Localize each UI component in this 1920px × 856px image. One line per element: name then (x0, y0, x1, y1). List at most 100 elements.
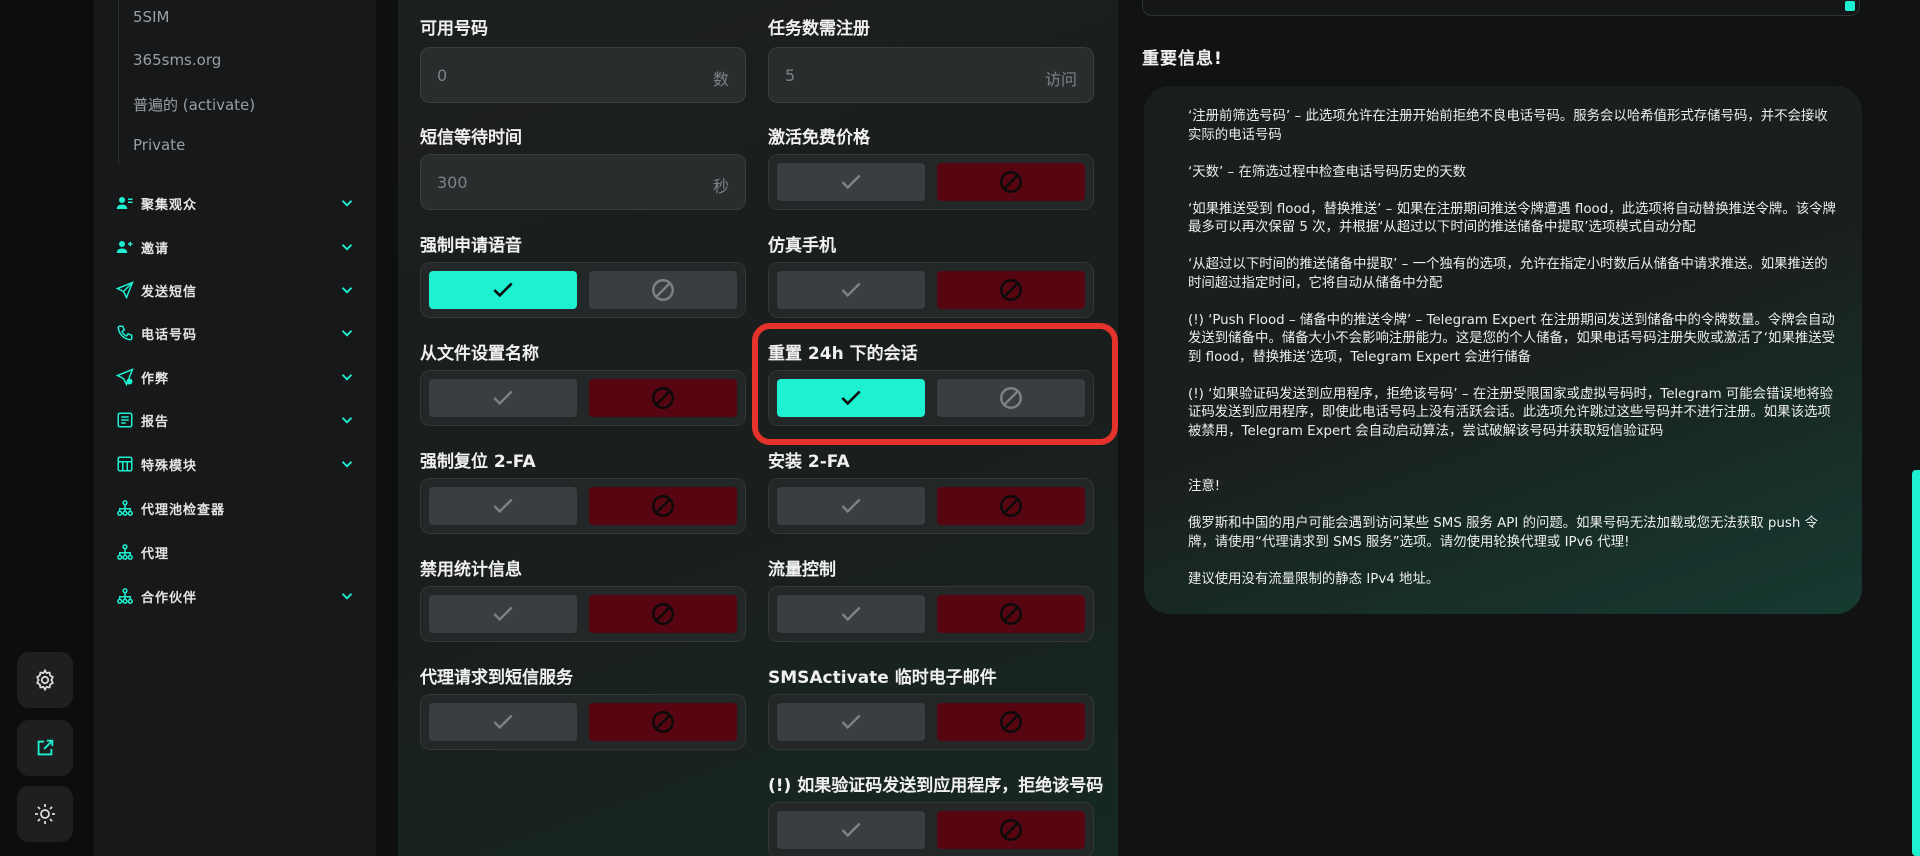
name-from-file-toggle (420, 370, 746, 426)
chevron-down-icon (341, 593, 353, 600)
chevron-down-icon (341, 417, 353, 424)
sidebar-item-report[interactable]: 报告 (116, 407, 356, 433)
input-unit: 访问 (1044, 70, 1077, 89)
scrollbar[interactable] (1912, 470, 1920, 856)
disable-button[interactable] (937, 703, 1085, 741)
install-2fa-toggle (768, 478, 1094, 534)
disable-button[interactable] (589, 595, 737, 633)
sidebar-item-phone-numbers[interactable]: 电话号码 (116, 320, 356, 346)
sidebar-item-label: 代理池检查器 (141, 502, 226, 518)
top-textarea[interactable] (1142, 0, 1860, 16)
sidebar-item-special-modules[interactable]: 特殊模块 (116, 451, 356, 477)
force-voice-toggle (420, 262, 746, 318)
info-panel: 重要信息! ‘注册前筛选号码’ – 此选项允许在注册开始前拒绝不良电话号码。服务… (1118, 0, 1920, 856)
enable-button[interactable] (777, 487, 925, 525)
sms-service-sublist: 5SIM 365sms.org 普遍的 (activate) Private (118, 0, 358, 164)
sms-wait-input[interactable]: 300 秒 (420, 154, 746, 210)
sidebar-item-cheat[interactable]: 作弊 (116, 364, 356, 390)
check-icon (493, 390, 513, 406)
force-voice-label: 强制申请语音 (420, 236, 522, 256)
traffic-control-toggle (768, 586, 1094, 642)
sidebar-item-label: 作弊 (141, 371, 170, 387)
disable-button[interactable] (589, 487, 737, 525)
sidebar-item-proxy[interactable]: 代理 (116, 539, 356, 565)
sub-item-private[interactable]: Private (133, 136, 185, 154)
gear-icon (36, 668, 54, 692)
network-icon (116, 587, 134, 605)
external-link-button[interactable] (17, 720, 73, 776)
ban-icon (652, 603, 674, 625)
report-icon (116, 411, 134, 429)
traffic-control-label: 流量控制 (768, 560, 836, 580)
disable-button[interactable] (937, 811, 1085, 849)
sidebar-item-partners[interactable]: 合作伙伴 (116, 583, 356, 609)
theme-toggle-button[interactable] (17, 786, 73, 842)
enable-button[interactable] (777, 703, 925, 741)
disable-stats-toggle (420, 586, 746, 642)
enable-button[interactable] (429, 703, 577, 741)
disable-button[interactable] (589, 379, 737, 417)
proxy-to-sms-toggle (420, 694, 746, 750)
disable-button[interactable] (937, 271, 1085, 309)
chevron-down-icon (341, 461, 353, 468)
sidebar: 5SIM 365sms.org 普遍的 (activate) Private 聚… (94, 0, 376, 856)
sidebar-item-invite[interactable]: 邀请 (116, 234, 356, 260)
disable-button[interactable] (937, 163, 1085, 201)
highlight-box (752, 323, 1118, 445)
enable-button[interactable] (777, 595, 925, 633)
enable-button[interactable] (777, 811, 925, 849)
disable-button[interactable] (589, 703, 737, 741)
check-icon (841, 498, 861, 514)
disable-button[interactable] (589, 271, 737, 309)
input-value: 300 (437, 173, 468, 192)
enable-button[interactable] (429, 595, 577, 633)
disable-button[interactable] (937, 595, 1085, 633)
check-icon (493, 714, 513, 730)
check-icon (841, 282, 861, 298)
check-icon (841, 822, 861, 838)
enable-button[interactable] (429, 379, 577, 417)
activation-free-price-toggle (768, 154, 1094, 210)
phone-icon (116, 324, 134, 342)
resize-handle-icon[interactable] (1845, 1, 1855, 11)
available-numbers-input[interactable]: 0 数 (420, 47, 746, 103)
sub-item-activate[interactable]: 普遍的 (activate) (133, 94, 255, 115)
sidebar-item-send-sms[interactable]: 发送短信 (116, 277, 356, 303)
smsactivate-email-toggle (768, 694, 1094, 750)
enable-button[interactable] (429, 487, 577, 525)
ban-icon (1000, 279, 1022, 301)
sub-item-5sim[interactable]: 5SIM (133, 8, 169, 26)
ban-icon (652, 711, 674, 733)
force-reset-2fa-toggle (420, 478, 746, 534)
reject-app-code-label: (!) 如果验证码发送到应用程序，拒绝该号码 (768, 776, 1104, 796)
force-reset-2fa-label: 强制复位 2-FA (420, 452, 536, 472)
users-icon (116, 194, 134, 212)
ban-icon (1000, 171, 1022, 193)
install-2fa-label: 安装 2-FA (768, 452, 850, 472)
sidebar-item-label: 邀请 (141, 241, 170, 257)
network-icon (116, 499, 134, 517)
chevron-down-icon (341, 374, 353, 381)
sidebar-item-label: 发送短信 (141, 284, 198, 300)
settings-button[interactable] (17, 652, 73, 708)
ban-icon (1000, 819, 1022, 841)
proxy-to-sms-label: 代理请求到短信服务 (420, 668, 573, 688)
sun-icon (35, 804, 55, 824)
enable-button[interactable] (777, 163, 925, 201)
panel-gap (376, 0, 398, 856)
chevron-down-icon (341, 244, 353, 251)
sub-item-365sms[interactable]: 365sms.org (133, 51, 221, 69)
available-numbers-label: 可用号码 (420, 19, 488, 39)
task-registrations-input[interactable]: 5 访问 (768, 47, 1094, 103)
emulate-phone-toggle (768, 262, 1094, 318)
enable-button[interactable] (777, 271, 925, 309)
sidebar-item-label: 代理 (141, 546, 170, 562)
sidebar-item-audience[interactable]: 聚集观众 (116, 190, 356, 216)
sidebar-item-label: 合作伙伴 (141, 590, 198, 606)
check-icon (841, 606, 861, 622)
disable-button[interactable] (937, 487, 1085, 525)
check-icon (493, 282, 513, 298)
external-link-icon (37, 739, 54, 756)
enable-button[interactable] (429, 271, 577, 309)
sidebar-item-proxy-checker[interactable]: 代理池检查器 (116, 495, 356, 521)
